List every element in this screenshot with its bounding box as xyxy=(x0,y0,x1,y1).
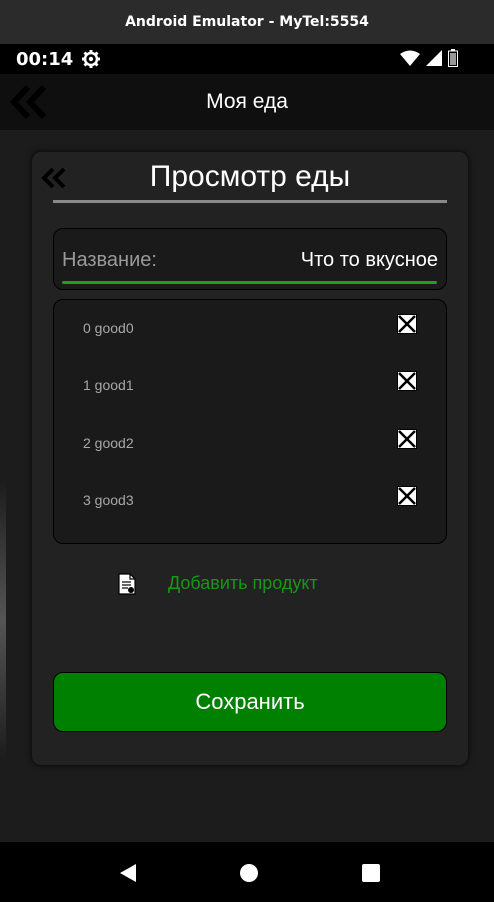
add-product-button[interactable]: Добавить продукт xyxy=(32,571,468,601)
title-divider xyxy=(53,200,447,203)
view-food-dialog: Просмотр еды Название: Что то вкусное 0 … xyxy=(31,151,469,766)
battery-icon xyxy=(448,49,458,72)
list-item: 2 good2 xyxy=(54,425,446,465)
checkbox-x-icon[interactable] xyxy=(397,486,417,506)
product-label: 1 good1 xyxy=(83,377,134,393)
name-field-underline xyxy=(62,281,437,284)
emulator-titlebar: Android Emulator - MyTel:5554 xyxy=(0,0,494,44)
list-item: 0 good0 xyxy=(54,310,446,350)
product-label: 3 good3 xyxy=(83,492,134,508)
circle-home-icon[interactable] xyxy=(238,862,260,884)
navigation-bar xyxy=(0,842,494,902)
gear-icon xyxy=(81,49,101,69)
emulator-title: Android Emulator - MyTel:5554 xyxy=(125,14,369,30)
product-label: 2 good2 xyxy=(83,435,134,451)
checkbox-x-icon[interactable] xyxy=(397,371,417,391)
name-field[interactable]: Название: Что то вкусное xyxy=(53,228,447,290)
signal-icon xyxy=(426,50,442,71)
name-field-value[interactable]: Что то вкусное xyxy=(301,249,438,272)
status-time: 00:14 xyxy=(16,48,74,70)
product-label: 0 good0 xyxy=(83,320,134,336)
add-product-label[interactable]: Добавить продукт xyxy=(168,573,318,594)
checkbox-x-icon[interactable] xyxy=(397,429,417,449)
page-title: Моя еда xyxy=(206,90,288,113)
status-bar: 00:14 xyxy=(0,44,494,74)
document-icon[interactable] xyxy=(118,573,136,595)
wifi-icon xyxy=(400,50,420,71)
products-list[interactable]: 0 good0 1 good1 2 good2 3 good3 xyxy=(53,299,447,544)
checkbox-x-icon[interactable] xyxy=(397,314,417,334)
double-chevron-left-icon[interactable] xyxy=(9,84,50,120)
save-button[interactable]: Сохранить xyxy=(53,672,447,732)
list-item: 1 good1 xyxy=(54,367,446,407)
list-item: 3 good3 xyxy=(54,482,446,522)
square-recents-icon[interactable] xyxy=(360,862,382,884)
app-bar: Моя еда xyxy=(0,74,494,130)
triangle-back-icon[interactable] xyxy=(116,862,138,884)
dialog-title: Просмотр еды xyxy=(149,160,351,193)
background-edge xyxy=(0,480,6,760)
name-field-label: Название: xyxy=(62,249,157,271)
